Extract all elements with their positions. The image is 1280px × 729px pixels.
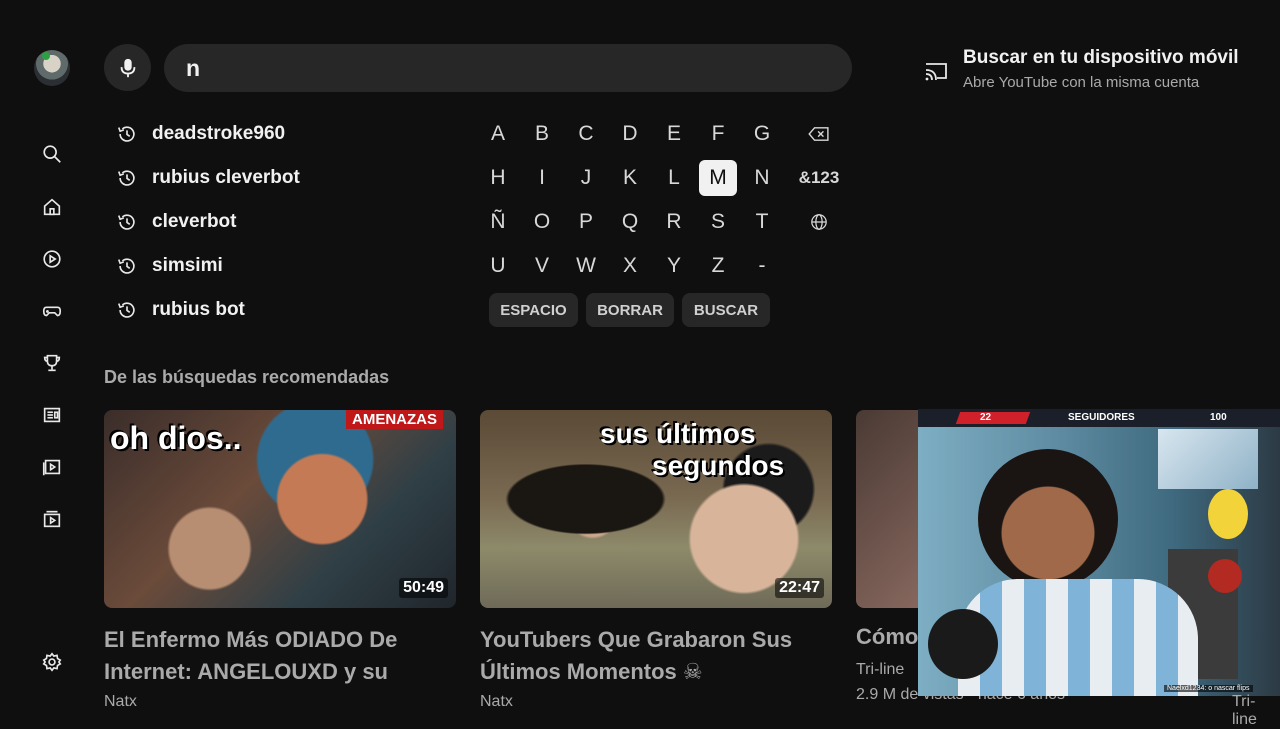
thumbnail-caption: oh dios.. — [110, 420, 242, 456]
key-L[interactable]: L — [655, 160, 693, 196]
suggestion-item[interactable]: rubius bot — [116, 295, 245, 325]
clear-button[interactable]: BORRAR — [586, 293, 674, 327]
key-E[interactable]: E — [655, 116, 693, 152]
mic-icon — [120, 58, 135, 77]
key-B[interactable]: B — [523, 116, 561, 152]
key-X[interactable]: X — [611, 248, 649, 284]
webcam-overlay: 22 SEGUIDORES 100 Naelxd1234: o nascar f… — [918, 409, 1280, 696]
video-channel: Natx — [104, 693, 137, 710]
key-D[interactable]: D — [611, 116, 649, 152]
trophy-icon[interactable] — [38, 349, 66, 377]
thumbnail-caption: AMENAZAS — [346, 410, 443, 429]
shorts-icon[interactable] — [38, 245, 66, 273]
suggestion-label: rubius cleverbot — [152, 167, 300, 188]
key-P[interactable]: P — [567, 204, 605, 240]
gaming-icon[interactable] — [38, 297, 66, 325]
video-channel: Tri-line — [856, 661, 905, 678]
thumbnail-caption: sus últimos — [600, 418, 756, 449]
key-O[interactable]: O — [523, 204, 561, 240]
key-Ñ[interactable]: Ñ — [479, 204, 517, 240]
video-thumbnail[interactable]: sus últimos segundos 22:47 — [480, 410, 832, 608]
overlay-label: SEGUIDORES — [1068, 412, 1135, 423]
key-Z[interactable]: Z — [699, 248, 737, 284]
subscriptions-icon[interactable] — [38, 401, 66, 429]
suggestion-item[interactable]: cleverbot — [116, 207, 236, 237]
history-icon — [117, 302, 135, 318]
key-C[interactable]: C — [567, 116, 605, 152]
device-search-subtitle: Abre YouTube con la misma cuenta — [963, 74, 1200, 91]
video-channel: Natx — [480, 693, 513, 710]
suggestion-label: cleverbot — [152, 211, 237, 232]
key-T[interactable]: T — [743, 204, 781, 240]
key-R[interactable]: R — [655, 204, 693, 240]
key-H[interactable]: H — [479, 160, 517, 196]
history-icon — [117, 170, 135, 186]
overlay-count: 100 — [1210, 412, 1227, 423]
suggestion-item[interactable]: deadstroke960 — [116, 119, 285, 149]
search-query-text: n — [186, 55, 201, 81]
key-Y[interactable]: Y — [655, 248, 693, 284]
key-S[interactable]: S — [699, 204, 737, 240]
search-icon[interactable] — [38, 140, 66, 168]
suggestion-label: deadstroke960 — [152, 123, 286, 144]
key-F[interactable]: F — [699, 116, 737, 152]
suggestion-label: rubius bot — [152, 299, 245, 320]
key-V[interactable]: V — [523, 248, 561, 284]
key-A[interactable]: A — [479, 116, 517, 152]
suggestion-label: simsimi — [152, 255, 223, 276]
key--[interactable]: - — [743, 248, 781, 284]
key-G[interactable]: G — [743, 116, 781, 152]
symbols-key[interactable]: &123 — [791, 160, 847, 196]
key-W[interactable]: W — [567, 248, 605, 284]
overlay-footer: Naelxd1234: o nascar flips — [1164, 685, 1253, 692]
search-input[interactable] — [164, 44, 852, 92]
account-avatar[interactable] — [34, 50, 70, 86]
key-K[interactable]: K — [611, 160, 649, 196]
shelf-title: De las búsquedas recomendadas — [104, 367, 390, 387]
search-button[interactable]: BUSCAR — [682, 293, 770, 327]
video-thumbnail[interactable]: oh dios.. AMENAZAS 50:49 — [104, 410, 456, 608]
cast-icon — [925, 63, 947, 81]
key-I[interactable]: I — [523, 160, 561, 196]
device-search-title[interactable]: Buscar en tu dispositivo móvil — [963, 47, 1239, 69]
suggestion-item[interactable]: simsimi — [116, 251, 223, 281]
video-title: YouTubers Que Grabaron Sus Últimos Momen… — [480, 627, 793, 684]
suggestion-item[interactable]: rubius cleverbot — [116, 163, 300, 193]
backspace-key[interactable] — [791, 116, 847, 152]
key-N[interactable]: N — [743, 160, 781, 196]
history-icon — [117, 214, 135, 230]
key-J[interactable]: J — [567, 160, 605, 196]
key-M[interactable]: M — [699, 160, 737, 196]
library-icon[interactable] — [38, 453, 66, 481]
video-duration: 50:49 — [399, 578, 448, 598]
history-icon — [117, 258, 135, 274]
video-title: Cómo — [856, 624, 919, 649]
voice-search-button[interactable] — [104, 44, 151, 91]
globe-icon — [811, 214, 827, 230]
history-icon — [117, 126, 135, 142]
backspace-icon — [808, 127, 829, 141]
channel-icon[interactable] — [38, 505, 66, 533]
key-U[interactable]: U — [479, 248, 517, 284]
thumbnail-caption: segundos — [652, 450, 785, 481]
video-duration: 22:47 — [775, 578, 824, 598]
overlay-count: 22 — [980, 412, 992, 423]
key-Q[interactable]: Q — [611, 204, 649, 240]
language-key[interactable] — [791, 204, 847, 240]
video-title: El Enfermo Más ODIADO De Internet: ANGEL… — [104, 627, 398, 684]
home-icon[interactable] — [38, 193, 66, 221]
space-button[interactable]: ESPACIO — [489, 293, 578, 327]
video-channel: Tri-line — [1232, 693, 1257, 728]
settings-icon[interactable] — [38, 648, 66, 676]
